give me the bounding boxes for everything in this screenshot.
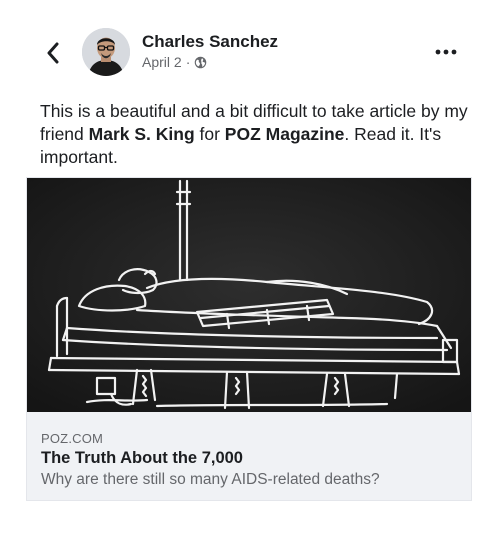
post-meta: April 2 · <box>142 54 207 70</box>
mention-mark-s-king[interactable]: Mark S. King <box>89 124 195 144</box>
link-preview-card[interactable]: POZ.COM The Truth About the 7,000 Why ar… <box>26 177 472 501</box>
hospital-bed-illustration <box>27 178 471 412</box>
back-button[interactable] <box>40 40 66 66</box>
link-preview-image <box>27 178 471 412</box>
post-date[interactable]: April 2 <box>142 54 182 70</box>
link-title[interactable]: The Truth About the 7,000 <box>41 449 243 468</box>
more-options-button[interactable] <box>428 40 464 64</box>
post-text-middle: for <box>194 124 225 144</box>
post-text: This is a beautiful and a bit difficult … <box>40 100 480 169</box>
link-domain: POZ.COM <box>41 431 104 446</box>
avatar[interactable] <box>82 28 130 76</box>
link-subtitle: Why are there still so many AIDS-related… <box>41 471 380 488</box>
mention-poz-magazine[interactable]: POZ Magazine <box>225 124 345 144</box>
meta-separator: · <box>185 54 191 70</box>
globe-icon <box>195 56 207 68</box>
author-name[interactable]: Charles Sanchez <box>142 32 278 52</box>
avatar-image <box>82 28 130 76</box>
chevron-left-icon <box>47 42 59 64</box>
more-horizontal-icon <box>435 49 457 55</box>
